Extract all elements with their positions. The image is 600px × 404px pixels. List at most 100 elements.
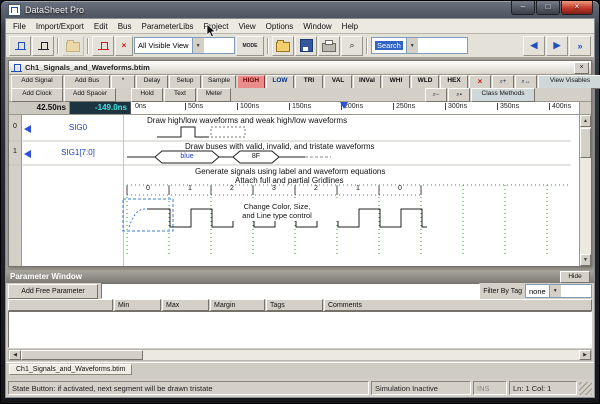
horizontal-scrollbar[interactable]: ◀ ▶ bbox=[8, 349, 592, 361]
view-selector[interactable]: All Visible View ▼ bbox=[134, 37, 235, 54]
parameter-name-input[interactable] bbox=[101, 283, 480, 299]
zoom-x-button[interactable]: ⌕↔ bbox=[515, 75, 537, 89]
waveform-area[interactable]: 0 1 SIG0 SIG1[7:0] Draw high/low wavefor… bbox=[9, 115, 591, 266]
state-low-button[interactable]: LOW bbox=[266, 75, 294, 89]
search-dropdown-icon[interactable]: ▼ bbox=[406, 38, 418, 53]
state-tri-button[interactable]: TRI bbox=[295, 75, 323, 89]
scroll-up-icon[interactable]: ▲ bbox=[580, 115, 591, 127]
signal-marker-icon[interactable] bbox=[24, 125, 31, 133]
tab-ch1-signals[interactable]: Ch1_Signals_and_Waveforms.btim bbox=[9, 364, 132, 375]
print-preview-button[interactable]: ⌕ bbox=[341, 36, 363, 56]
scrollbar-thumb[interactable] bbox=[580, 128, 591, 158]
open-file-button[interactable] bbox=[272, 36, 294, 56]
filter-tag-value: none bbox=[529, 287, 546, 296]
view-visables-button[interactable]: View Visables bbox=[538, 75, 600, 89]
resize-grip[interactable] bbox=[579, 382, 592, 395]
sample-button[interactable]: Sample bbox=[202, 75, 236, 89]
setup-button[interactable]: Setup bbox=[169, 75, 201, 89]
titlebar[interactable]: DataSheet Pro – □ × bbox=[5, 1, 595, 18]
zoom-out-button[interactable]: ⌕− bbox=[425, 88, 447, 102]
delay-button[interactable]: Delay bbox=[136, 75, 168, 89]
nav-more-button[interactable]: » bbox=[569, 36, 591, 56]
state-val-button[interactable]: VAL bbox=[324, 75, 352, 89]
menu-view[interactable]: View bbox=[233, 21, 260, 32]
signal-tool-button[interactable] bbox=[92, 36, 114, 56]
col-header-tags[interactable]: Tags bbox=[266, 299, 323, 311]
document-titlebar[interactable]: Ch1_Signals_and_Waveforms.btim × bbox=[9, 61, 591, 75]
time-cursor-marker[interactable] bbox=[340, 102, 348, 109]
menu-options[interactable]: Options bbox=[261, 21, 299, 32]
scroll-right-icon[interactable]: ▶ bbox=[579, 350, 591, 360]
row-index: 1 bbox=[9, 148, 21, 155]
state-whi-button[interactable]: WHI bbox=[382, 75, 410, 89]
chevron-down-icon[interactable]: ▼ bbox=[192, 38, 204, 53]
nav-forward-button[interactable]: ▶ bbox=[546, 36, 568, 56]
delete-segment-button[interactable]: × bbox=[469, 75, 491, 89]
col-header-min[interactable]: Min bbox=[114, 299, 161, 311]
row-index: 0 bbox=[9, 123, 21, 130]
state-high-button[interactable]: HIGH bbox=[237, 75, 265, 89]
parameter-table-body[interactable] bbox=[8, 311, 592, 348]
ruler-tick: 100ns bbox=[237, 103, 259, 110]
print-button[interactable] bbox=[318, 36, 340, 56]
state-hex-button[interactable]: HEX bbox=[440, 75, 468, 89]
menu-help[interactable]: Help bbox=[337, 21, 363, 32]
col-header-name[interactable] bbox=[8, 299, 113, 311]
scrollbar-track[interactable] bbox=[143, 350, 579, 360]
scrollbar-corner bbox=[579, 102, 591, 114]
close-button[interactable]: × bbox=[561, 1, 593, 15]
menu-edit[interactable]: Edit bbox=[89, 21, 113, 32]
col-header-max[interactable]: Max bbox=[162, 299, 209, 311]
ruler-tick: 300ns bbox=[445, 103, 467, 110]
state-wld-button[interactable]: WLD bbox=[411, 75, 439, 89]
scrollbar-track[interactable] bbox=[580, 158, 591, 254]
edit-timing-diagram-button[interactable] bbox=[32, 36, 54, 56]
col-header-comments[interactable]: Comments bbox=[324, 299, 592, 311]
time-ruler[interactable]: 0ns 50ns 100ns 150ns 200ns 250ns 300ns 3… bbox=[131, 102, 579, 114]
menu-window[interactable]: Window bbox=[298, 21, 336, 32]
nav-back-button[interactable]: ◀ bbox=[523, 36, 545, 56]
minimize-button[interactable]: – bbox=[511, 1, 535, 15]
state-inval-button[interactable]: INVal bbox=[353, 75, 381, 89]
menu-file[interactable]: File bbox=[8, 21, 31, 32]
document-close-button[interactable]: × bbox=[574, 62, 589, 74]
signal-name[interactable]: SIG0 bbox=[35, 123, 121, 132]
open-library-button[interactable] bbox=[62, 36, 84, 56]
class-methods-button[interactable]: Class Methods bbox=[471, 88, 535, 102]
vertical-scrollbar[interactable]: ▲ ▼ bbox=[579, 115, 591, 266]
annotation-gridlines: Attach full and partial Gridlines bbox=[235, 176, 344, 185]
text-button[interactable]: Text bbox=[164, 88, 196, 102]
signal-name[interactable]: SIG1[7:0] bbox=[35, 148, 121, 157]
add-spacer-button[interactable]: Add Spacer bbox=[64, 88, 116, 102]
zoom-in-button[interactable]: ⌕+ bbox=[492, 75, 514, 89]
meter-button[interactable]: Meter bbox=[197, 88, 231, 102]
menu-import-export[interactable]: Import/Export bbox=[31, 21, 89, 32]
maximize-button[interactable]: □ bbox=[536, 1, 560, 15]
hide-button[interactable]: Hide bbox=[560, 271, 590, 283]
scroll-down-icon[interactable]: ▼ bbox=[580, 254, 591, 266]
zoom-fit-button[interactable]: ⌕▪ bbox=[448, 88, 470, 102]
menu-parameterlibs[interactable]: ParameterLibs bbox=[137, 21, 199, 32]
parameter-controls: Add Free Parameter Filter By Tag none ▼ bbox=[6, 283, 594, 299]
menu-bus[interactable]: Bus bbox=[113, 21, 137, 32]
add-signal-button[interactable]: Add Signal bbox=[11, 75, 63, 89]
add-bus-button[interactable]: Add Bus bbox=[64, 75, 110, 89]
signal-tool-icon-button[interactable]: * bbox=[111, 75, 135, 89]
filter-tag-select[interactable]: none ▼ bbox=[525, 284, 592, 298]
delete-button[interactable]: × bbox=[115, 36, 133, 56]
new-timing-diagram-button[interactable] bbox=[9, 36, 31, 56]
col-header-margin[interactable]: Margin bbox=[210, 299, 265, 311]
chevron-down-icon[interactable]: ▼ bbox=[549, 285, 561, 297]
doc-toolbar-row1: Add Signal Add Bus * Delay Setup Sample … bbox=[9, 75, 591, 88]
add-clock-button[interactable]: Add Clock bbox=[11, 88, 63, 102]
scroll-left-icon[interactable]: ◀ bbox=[9, 350, 21, 360]
waveform-icon bbox=[15, 41, 26, 50]
add-free-parameter-button[interactable]: Add Free Parameter bbox=[8, 284, 98, 299]
mode-button[interactable]: MODE bbox=[236, 36, 264, 56]
save-button[interactable] bbox=[295, 36, 317, 56]
search-box[interactable]: Search ▼ bbox=[371, 37, 468, 54]
scrollbar-thumb[interactable] bbox=[21, 350, 143, 360]
search-input-value[interactable]: Search bbox=[375, 41, 403, 50]
hold-button[interactable]: Hold bbox=[131, 88, 163, 102]
signal-marker-icon[interactable] bbox=[24, 150, 31, 158]
